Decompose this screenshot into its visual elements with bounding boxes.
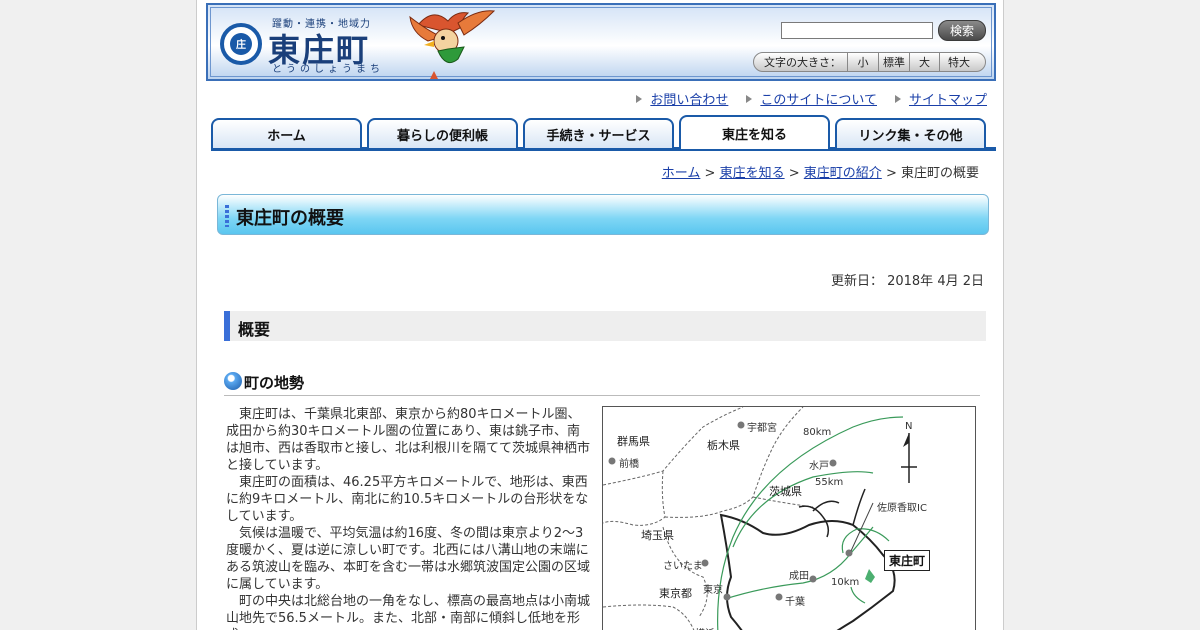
- town-emblem-icon[interactable]: 庄: [220, 23, 262, 65]
- emblem-letter: 庄: [236, 40, 246, 51]
- body-text: 東庄町は、千葉県北東部、東京から約80キロメートル圏、成田から約30キロメートル…: [226, 406, 592, 630]
- map-label-gunma: 群馬県: [617, 435, 650, 448]
- site-header: 庄 躍動・連携・地域力 東庄町 とうのしょうまち 検索 文字の大きさ： 小 標準…: [206, 3, 996, 81]
- tab-procedures[interactable]: 手続き・サービス: [523, 118, 674, 148]
- map-label-tochigi: 栃木県: [707, 439, 740, 452]
- breadcrumb: ホーム > 東庄を知る > 東庄町の紹介 > 東庄町の概要: [662, 162, 979, 181]
- subsection-heading: 町の地勢: [224, 371, 980, 396]
- triangle-bullet-icon: [894, 94, 901, 103]
- font-size-small-button[interactable]: 小: [848, 53, 879, 71]
- tab-living-guide[interactable]: 暮らしの便利帳: [367, 118, 518, 148]
- map-label-utsunomiya: 宇都宮: [747, 423, 777, 434]
- breadcrumb-current: 東庄町の概要: [900, 166, 979, 181]
- map-label-maebashi: 前橋: [619, 459, 639, 470]
- font-size-large-button[interactable]: 大: [910, 53, 940, 71]
- paragraph: 東庄町は、千葉県北東部、東京から約80キロメートル圏、成田から約30キロメートル…: [226, 407, 591, 473]
- search-input[interactable]: [781, 22, 933, 39]
- tab-links-other[interactable]: リンク集・その他: [835, 118, 986, 148]
- map-label-saitama-pref: 埼玉県: [641, 529, 674, 542]
- breadcrumb-home[interactable]: ホーム: [662, 166, 701, 181]
- map-label-chiba: 千葉: [785, 597, 805, 608]
- page-title: 東庄町の概要: [236, 208, 344, 229]
- subsection-title: 町の地勢: [244, 374, 305, 392]
- updated-date: 更新日： 2018年 4月 2日: [830, 274, 984, 289]
- font-size-standard-button[interactable]: 標準: [879, 53, 910, 71]
- paragraph: 東庄町の面積は、46.25平方キロメートルで、地形は、東西に約9キロメートル、南…: [226, 475, 589, 524]
- triangle-bullet-icon: [746, 94, 753, 103]
- font-size-switcher: 文字の大きさ： 小 標準 大 特大: [753, 52, 986, 72]
- font-size-label: 文字の大きさ：: [754, 53, 848, 71]
- map-label-sawara-ic: 佐原香取IC: [877, 503, 927, 514]
- section-title: 概要: [238, 320, 271, 339]
- contact-link[interactable]: お問い合わせ: [636, 89, 728, 108]
- breadcrumb-separator: >: [885, 166, 897, 181]
- map-label-ibaraki: 茨城県: [769, 485, 802, 498]
- paragraph: 町の中央は北総台地の一角をなし、標高の最高地点は小南城山地先で56.5メートル。…: [226, 594, 591, 630]
- title-mark-icon: [225, 205, 229, 227]
- breadcrumb-about[interactable]: 東庄を知る: [720, 166, 785, 181]
- map-label-10km: 10km: [831, 577, 860, 588]
- breadcrumb-separator: >: [788, 166, 800, 181]
- search-button[interactable]: 検索: [938, 20, 986, 41]
- sitemap-link-label: サイトマップ: [908, 93, 987, 108]
- map-label-mito: 水戸: [809, 461, 829, 472]
- section-heading: 概要: [224, 311, 986, 341]
- tab-home[interactable]: ホーム: [211, 118, 362, 148]
- map-label-yokohama: 横浜: [695, 625, 715, 630]
- about-site-link-label: このサイトについて: [760, 93, 877, 108]
- breadcrumb-intro[interactable]: 東庄町の紹介: [804, 166, 882, 181]
- utility-links: お問い合わせ このサイトについて サイトマップ: [636, 89, 987, 108]
- paragraph: 気候は温暖で、平均気温は約16度、冬の間は東京より2～3度暖かく、夏は逆に涼しい…: [226, 526, 591, 592]
- map-label-tokyo-to: 東京都: [659, 587, 692, 600]
- map-town-label: 東庄町: [884, 550, 931, 571]
- sitemap-link[interactable]: サイトマップ: [894, 89, 987, 108]
- page: 庄 躍動・連携・地域力 東庄町 とうのしょうまち 検索 文字の大きさ： 小 標準…: [196, 0, 1004, 630]
- tab-about-tonosho[interactable]: 東庄を知る: [679, 115, 830, 149]
- map-label-north: N: [905, 421, 913, 432]
- main-nav: ホーム 暮らしの便利帳 手続き・サービス 東庄を知る リンク集・その他: [211, 115, 996, 151]
- map-label-tokyo: 東京: [703, 585, 723, 596]
- mascot-bird-icon: [409, 10, 496, 79]
- about-site-link[interactable]: このサイトについて: [746, 89, 877, 108]
- map-label-narita: 成田: [789, 571, 809, 582]
- location-map: 群馬県 前橋 宇都宮 栃木県 80km 水戸 55km 茨城県 佐原香取IC 埼…: [602, 406, 976, 630]
- breadcrumb-separator: >: [704, 166, 716, 181]
- map-label-55km: 55km: [815, 477, 844, 488]
- font-size-xlarge-button[interactable]: 特大: [940, 53, 978, 71]
- contact-link-label: お問い合わせ: [650, 93, 729, 108]
- page-title-bar: 東庄町の概要: [217, 194, 989, 235]
- blue-ball-icon: [224, 372, 242, 390]
- map-label-saitama: さいたま: [663, 561, 703, 572]
- site-logo-kana: とうのしょうまち: [272, 64, 384, 75]
- triangle-bullet-icon: [636, 94, 643, 103]
- map-label-80km: 80km: [803, 427, 832, 438]
